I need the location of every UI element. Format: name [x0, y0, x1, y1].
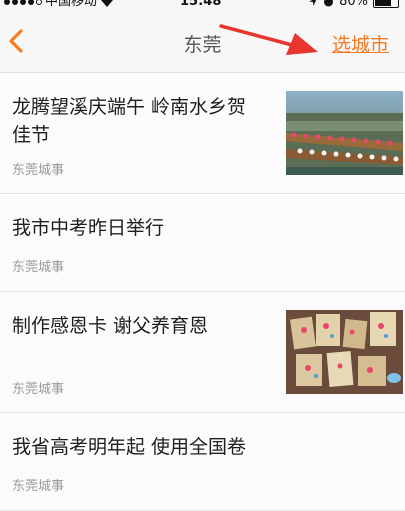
- news-list: 龙腾望溪庆端午 岭南水乡贺 佳节 东莞城事 我市中考昨日举行 东莞城事 制作感恩…: [0, 73, 405, 511]
- status-bar: 中国移动 15:48 80%: [0, 0, 405, 12]
- news-thumbnail: [286, 310, 403, 394]
- status-time: 15:48: [180, 0, 222, 9]
- pointer-arrow: [219, 24, 318, 55]
- dragon-boat-photo: [286, 91, 403, 175]
- thank-you-cards-photo: [286, 310, 403, 394]
- news-title: 龙腾望溪庆端午 岭南水乡贺 佳节: [12, 93, 246, 149]
- alarm-icon: [324, 0, 334, 7]
- news-item[interactable]: 我市中考昨日举行 东莞城事: [0, 194, 405, 292]
- navigation-bar: 东莞 选城市: [0, 12, 405, 73]
- wifi-icon: [101, 0, 113, 7]
- select-city-button[interactable]: 选城市: [332, 30, 389, 57]
- status-right: 80%: [308, 0, 399, 8]
- news-thumbnail: [286, 91, 403, 175]
- news-title-line: 我市中考昨日举行: [12, 217, 165, 239]
- news-title: 制作感恩卡 谢父养育恩: [12, 312, 208, 340]
- carrier-label: 中国移动: [45, 0, 98, 9]
- news-source: 东莞城事: [12, 260, 65, 275]
- news-title-line: 我省高考明年起 使用全国卷: [12, 436, 247, 458]
- battery-icon: [373, 0, 399, 8]
- battery-fill: [375, 0, 391, 6]
- news-source: 东莞城事: [12, 163, 65, 178]
- news-source: 东莞城事: [12, 479, 65, 494]
- news-title-line: 佳节: [12, 124, 51, 146]
- battery-percent: 80%: [339, 0, 368, 9]
- news-title: 我市中考昨日举行: [12, 214, 164, 242]
- news-item[interactable]: 制作感恩卡 谢父养育恩 东莞城事: [0, 292, 405, 413]
- location-arrow-icon: [309, 0, 316, 6]
- news-title: 我省高考明年起 使用全国卷: [12, 433, 246, 461]
- news-title-line: 龙腾望溪庆端午 岭南水乡贺: [12, 96, 247, 118]
- news-title-line: 制作感恩卡 谢父养育恩: [12, 315, 209, 337]
- news-item[interactable]: 我省高考明年起 使用全国卷 东莞城事: [0, 413, 405, 511]
- status-left: 中国移动: [4, 0, 114, 8]
- news-source: 东莞城事: [12, 382, 65, 397]
- signal-strength-icon: [4, 0, 42, 5]
- news-item[interactable]: 龙腾望溪庆端午 岭南水乡贺 佳节 东莞城事: [0, 73, 405, 194]
